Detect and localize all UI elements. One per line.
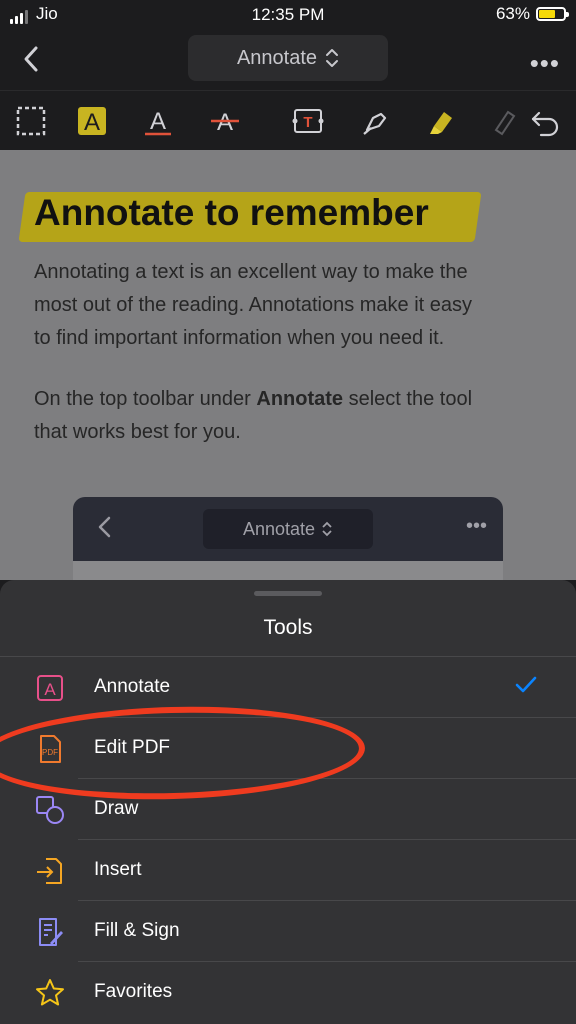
tool-item-label: Insert [94,859,142,880]
tool-item-favorites[interactable]: Favorites [0,962,576,1023]
undo-icon [531,111,559,137]
mode-selector[interactable]: Annotate [188,35,388,81]
strikethrough-text-icon: A [211,109,239,136]
battery-icon [536,7,569,21]
highlight-text-icon: A [78,107,106,136]
paragraph-bold: Annotate [256,388,344,410]
highlighter-tool[interactable] [424,104,458,138]
paragraph-text: On the top toolbar under [34,388,257,410]
eraser-tool[interactable] [488,104,522,138]
nav-bar: Annotate ••• [0,30,576,90]
paragraph-line: to find important information when you n… [34,327,445,349]
star-icon [36,979,64,1006]
tool-item-annotate[interactable]: A Annotate [0,657,576,718]
svg-text:PDF: PDF [42,748,58,757]
annotate-icon: A [37,675,63,701]
dashed-rectangle-icon [16,106,46,136]
paragraph-text: select the tool [343,388,473,410]
svg-text:A: A [150,108,166,135]
status-bar: Jio 12:35 PM 63% [0,0,576,30]
svg-text:A: A [217,109,233,136]
svg-text:T: T [303,114,312,131]
svg-text:A: A [44,680,56,699]
highlight-text-tool[interactable]: A [75,104,109,138]
svg-text:A: A [84,109,100,136]
embedded-mode-pill: Annotate [203,509,373,549]
underline-text-icon: A [145,108,171,136]
chevron-left-icon [98,516,111,538]
tool-item-fill-sign[interactable]: Fill & Sign [0,901,576,962]
sheet-title: Tools [263,616,313,639]
text-box-icon: T [292,109,324,133]
status-right: 63% [495,4,569,24]
tool-item-label: Edit PDF [94,737,171,758]
fill-sign-icon [39,918,63,946]
paragraph-line: that works best for you. [34,421,241,443]
draw-icon [36,796,64,824]
tool-item-insert[interactable]: Insert [0,840,576,901]
chevron-up-down-icon [326,49,339,67]
select-area-tool[interactable] [14,104,48,138]
paragraph-line: most out of the reading. Annotations mak… [34,294,473,316]
tool-item-label: Fill & Sign [94,920,180,941]
mode-selector-label: Annotate [236,46,318,69]
embedded-screenshot: Annotate ••• [73,497,503,580]
strikethrough-text-tool[interactable]: A [208,104,242,138]
edit-pdf-icon: PDF [40,735,61,763]
document-paragraph: Annotating a text is an excellent way to… [34,256,544,355]
document-paragraph-2: On the top toolbar under Annotate select… [34,383,544,449]
more-options-button[interactable]: ••• [530,48,560,79]
battery-percent: 63% [495,4,530,23]
pen-tool[interactable] [359,104,393,138]
tools-sheet: Tools A Annotate PDF Edit PDF Draw Inser… [0,580,576,1024]
tool-item-label: Favorites [94,981,173,1002]
paragraph-line: On the top toolbar under Annotate select… [34,383,544,416]
back-button[interactable] [18,44,46,74]
highlighter-icon [430,112,452,134]
undo-button[interactable] [528,104,562,138]
document-heading: Annotate to remember [34,192,429,233]
eraser-icon [494,110,516,136]
document-view[interactable]: Annotate to remember Annotating a text i… [0,150,576,580]
underline-text-tool[interactable]: A [141,104,175,138]
paragraph-line: Annotating a text is an excellent way to… [34,261,468,283]
pen-icon [363,112,387,135]
tool-item-edit-pdf[interactable]: PDF Edit PDF [0,718,576,779]
chevron-up-down-icon [322,521,332,537]
add-text-box-tool[interactable]: T [291,104,325,138]
tool-item-draw[interactable]: Draw [0,779,576,840]
status-time: 12:35 PM [251,5,325,24]
sheet-grabber[interactable] [254,591,322,596]
embedded-more-icon: ••• [465,515,487,537]
annotation-toolbar: A A A T [0,90,576,151]
chevron-left-icon [24,46,38,72]
embedded-page-area [73,561,503,580]
embedded-mode-label: Annotate [242,518,316,539]
insert-icon [37,858,62,884]
tool-item-label: Annotate [94,676,171,697]
checkmark-icon [515,676,537,693]
tool-item-label: Draw [94,798,139,819]
